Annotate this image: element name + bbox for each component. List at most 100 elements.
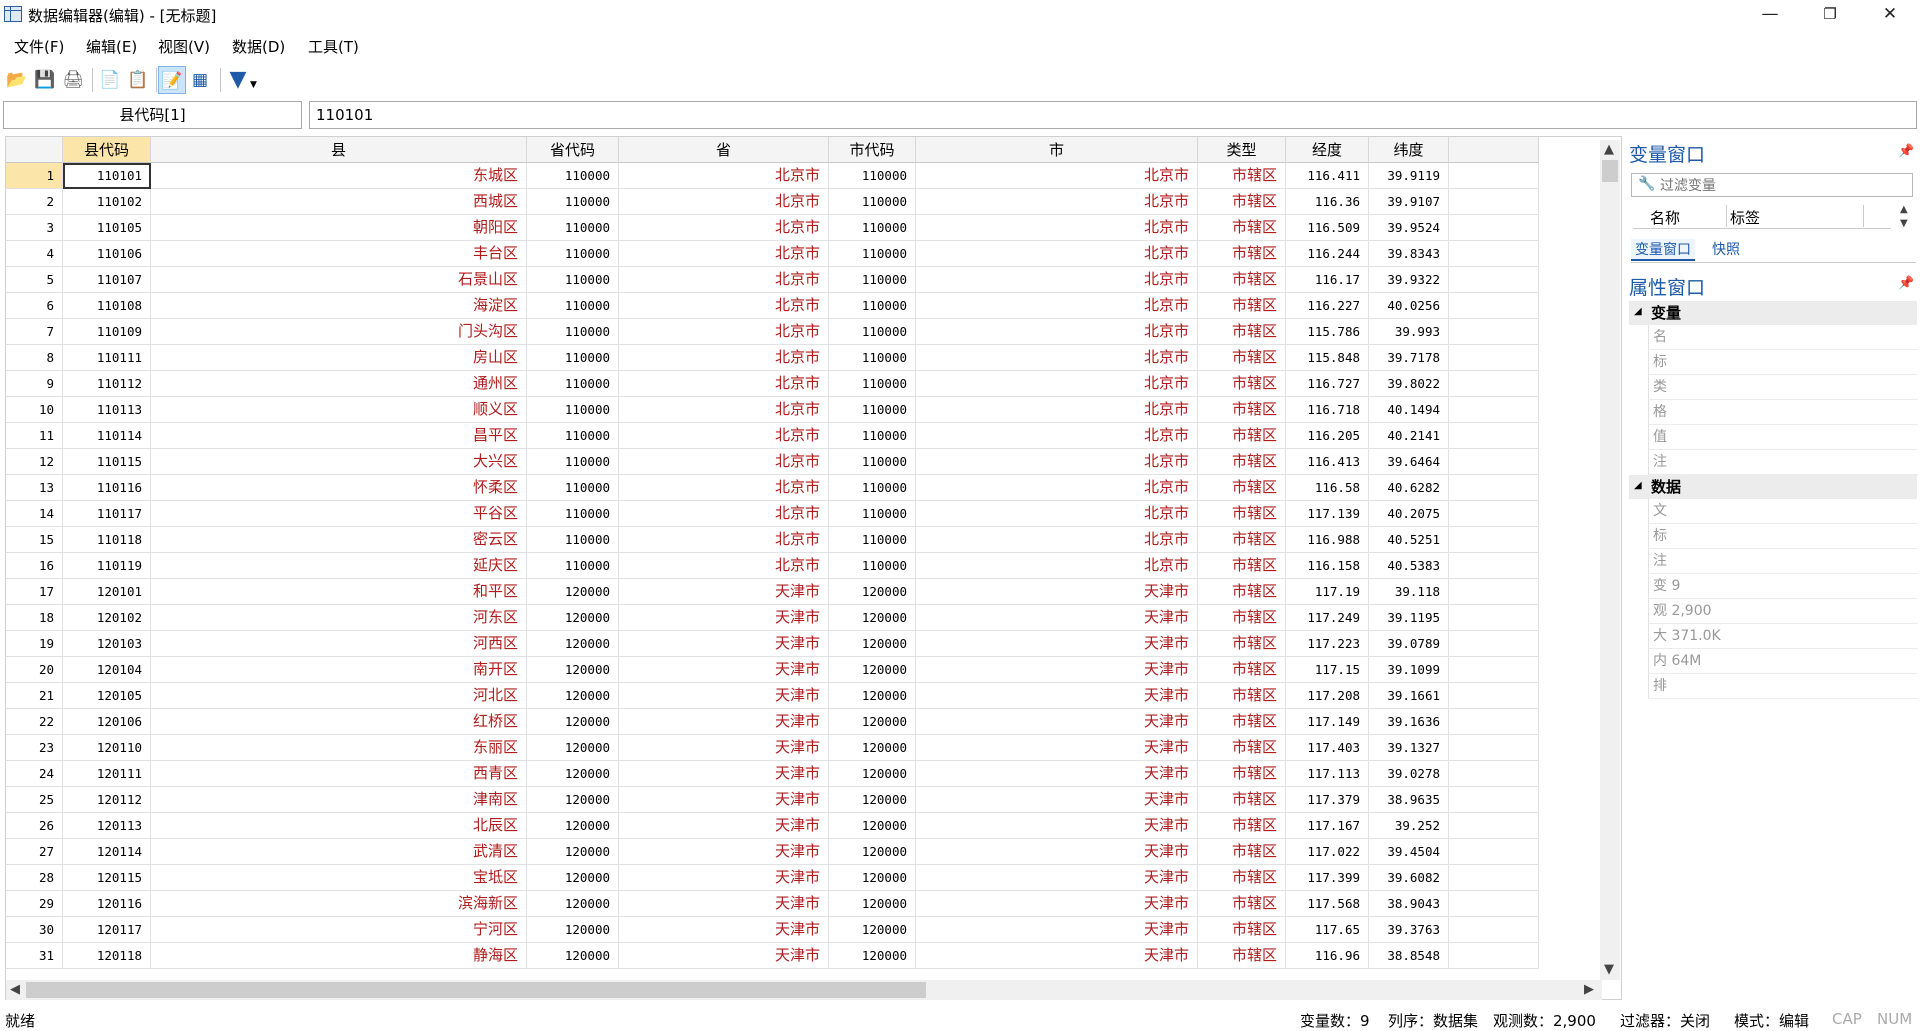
- filter-icon[interactable]: ▼: [224, 66, 252, 94]
- grid-cell[interactable]: 110106: [63, 241, 151, 267]
- row-number[interactable]: 5: [6, 267, 63, 293]
- grid-cell[interactable]: 117.113: [1286, 761, 1369, 787]
- grid-cell[interactable]: 116.413: [1286, 449, 1369, 475]
- grid-cell[interactable]: [1449, 371, 1539, 397]
- grid-cell[interactable]: [1449, 839, 1539, 865]
- grid-cell[interactable]: 110000: [829, 423, 916, 449]
- grid-cell[interactable]: [1449, 163, 1539, 189]
- grid-cell[interactable]: 120115: [63, 865, 151, 891]
- grid-cell[interactable]: 北京市: [916, 189, 1198, 215]
- grid-cell[interactable]: 116.227: [1286, 293, 1369, 319]
- grid-cell[interactable]: 116.36: [1286, 189, 1369, 215]
- grid-cell[interactable]: 116.411: [1286, 163, 1369, 189]
- grid-cell[interactable]: [1449, 553, 1539, 579]
- grid-cell[interactable]: [1449, 345, 1539, 371]
- property-row[interactable]: 名: [1648, 325, 1918, 350]
- copy-icon[interactable]: 📄: [96, 66, 124, 94]
- column-header[interactable]: 省: [619, 137, 829, 163]
- grid-cell[interactable]: 117.65: [1286, 917, 1369, 943]
- grid-cell[interactable]: 北京市: [619, 267, 829, 293]
- row-number[interactable]: 11: [6, 423, 63, 449]
- grid-cell[interactable]: 东城区: [151, 163, 527, 189]
- grid-cell[interactable]: 110000: [527, 371, 619, 397]
- grid-cell[interactable]: 39.1099: [1369, 657, 1449, 683]
- grid-cell[interactable]: 40.2141: [1369, 423, 1449, 449]
- grid-cell[interactable]: 120000: [527, 917, 619, 943]
- row-number[interactable]: 17: [6, 579, 63, 605]
- grid-cell[interactable]: 39.1327: [1369, 735, 1449, 761]
- grid-cell[interactable]: 120000: [527, 787, 619, 813]
- grid-cell[interactable]: 天津市: [916, 891, 1198, 917]
- grid-cell[interactable]: 天津市: [619, 917, 829, 943]
- grid-cell[interactable]: 110000: [829, 501, 916, 527]
- grid-cell[interactable]: 120000: [829, 735, 916, 761]
- collapse-icon[interactable]: ◢: [1634, 306, 1642, 317]
- grid-cell[interactable]: 110112: [63, 371, 151, 397]
- property-row[interactable]: 类: [1648, 375, 1918, 400]
- grid-cell[interactable]: 110000: [527, 319, 619, 345]
- grid-cell[interactable]: 天津市: [916, 761, 1198, 787]
- grid-cell[interactable]: 市辖区: [1198, 917, 1286, 943]
- grid-cell[interactable]: 天津市: [916, 865, 1198, 891]
- grid-cell[interactable]: 120000: [527, 943, 619, 969]
- grid-cell[interactable]: 39.0278: [1369, 761, 1449, 787]
- grid-cell[interactable]: 110000: [829, 241, 916, 267]
- filter-variables-input[interactable]: [1660, 174, 1910, 196]
- grid-cell[interactable]: [1449, 423, 1539, 449]
- row-number[interactable]: 27: [6, 839, 63, 865]
- collapse-icon[interactable]: ◢: [1634, 480, 1642, 491]
- grid-cell[interactable]: 市辖区: [1198, 475, 1286, 501]
- grid-cell[interactable]: 39.9107: [1369, 189, 1449, 215]
- grid-cell[interactable]: 天津市: [619, 579, 829, 605]
- grid-cell[interactable]: 天津市: [619, 839, 829, 865]
- grid-cell[interactable]: 39.9524: [1369, 215, 1449, 241]
- grid-cell[interactable]: 海淀区: [151, 293, 527, 319]
- grid-cell[interactable]: 天津市: [619, 657, 829, 683]
- grid-cell[interactable]: [1449, 631, 1539, 657]
- grid-cell[interactable]: 39.6082: [1369, 865, 1449, 891]
- grid-cell[interactable]: 120000: [829, 683, 916, 709]
- property-row[interactable]: 排: [1648, 674, 1918, 699]
- grid-cell[interactable]: 120114: [63, 839, 151, 865]
- grid-corner[interactable]: [6, 137, 63, 163]
- column-header[interactable]: 省代码: [527, 137, 619, 163]
- grid-cell[interactable]: 39.118: [1369, 579, 1449, 605]
- grid-cell[interactable]: [1449, 501, 1539, 527]
- column-header[interactable]: 市: [916, 137, 1198, 163]
- grid-cell[interactable]: 北京市: [619, 397, 829, 423]
- row-number[interactable]: 9: [6, 371, 63, 397]
- grid-cell[interactable]: 110118: [63, 527, 151, 553]
- grid-cell[interactable]: 117.167: [1286, 813, 1369, 839]
- grid-cell[interactable]: 120000: [829, 813, 916, 839]
- grid-cell[interactable]: 110116: [63, 475, 151, 501]
- grid-cell[interactable]: 红桥区: [151, 709, 527, 735]
- grid-cell[interactable]: 110000: [527, 241, 619, 267]
- pin-icon[interactable]: 📌: [1898, 144, 1914, 159]
- grid-cell[interactable]: 110000: [527, 475, 619, 501]
- scroll-up-icon[interactable]: ▲: [1604, 142, 1614, 157]
- grid-cell[interactable]: 117.568: [1286, 891, 1369, 917]
- grid-cell[interactable]: 延庆区: [151, 553, 527, 579]
- row-number[interactable]: 6: [6, 293, 63, 319]
- grid-cell[interactable]: 110000: [527, 293, 619, 319]
- cell-value-input[interactable]: 110101: [309, 101, 1917, 129]
- grid-cell[interactable]: 120111: [63, 761, 151, 787]
- grid-cell[interactable]: 120000: [527, 605, 619, 631]
- grid-cell[interactable]: [1449, 319, 1539, 345]
- grid-cell[interactable]: 120000: [829, 605, 916, 631]
- grid-cell[interactable]: 110105: [63, 215, 151, 241]
- grid-cell[interactable]: 天津市: [916, 917, 1198, 943]
- grid-cell[interactable]: 静海区: [151, 943, 527, 969]
- grid-cell[interactable]: 110000: [527, 527, 619, 553]
- grid-cell[interactable]: [1449, 943, 1539, 969]
- grid-cell[interactable]: 市辖区: [1198, 891, 1286, 917]
- column-header[interactable]: 市代码: [829, 137, 916, 163]
- menu-data[interactable]: 数据(D): [232, 36, 285, 57]
- grid-cell[interactable]: 天津市: [916, 735, 1198, 761]
- grid-cell[interactable]: 河西区: [151, 631, 527, 657]
- grid-cell[interactable]: 平谷区: [151, 501, 527, 527]
- grid-cell[interactable]: 120000: [829, 579, 916, 605]
- grid-cell[interactable]: 北京市: [619, 189, 829, 215]
- row-number[interactable]: 28: [6, 865, 63, 891]
- grid-cell[interactable]: 房山区: [151, 345, 527, 371]
